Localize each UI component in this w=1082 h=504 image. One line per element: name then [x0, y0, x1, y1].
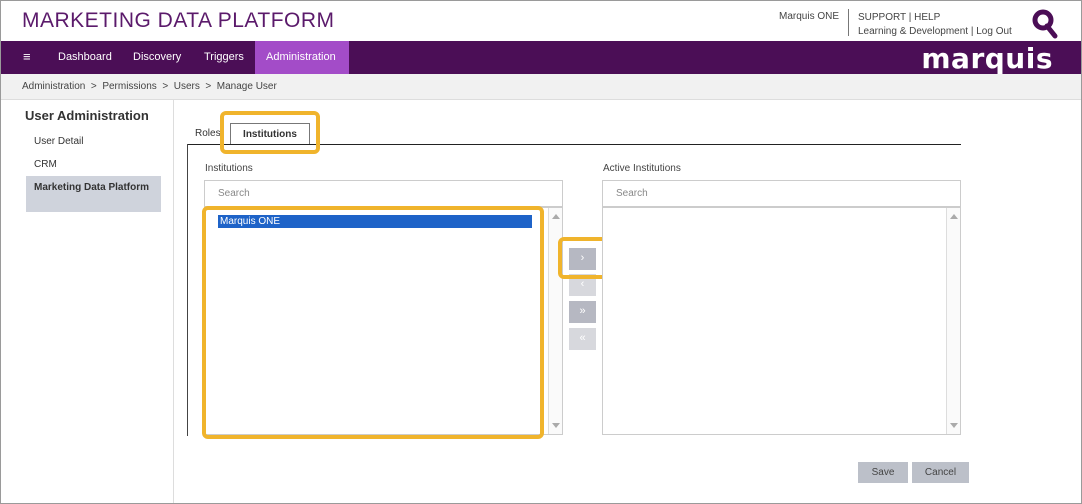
sidebar-title: User Administration [25, 108, 149, 123]
link-separator: | [970, 26, 974, 37]
tab-underline [187, 144, 961, 145]
menu-icon[interactable]: ≡ [23, 49, 31, 64]
add-button[interactable]: › [569, 248, 596, 270]
header-divider [848, 9, 849, 36]
learning-link[interactable]: Learning & Development [858, 26, 968, 37]
add-all-button[interactable]: » [569, 301, 596, 323]
user-name[interactable]: Marquis ONE [779, 11, 839, 22]
cancel-button[interactable]: Cancel [912, 462, 969, 483]
sidebar-item-user-detail[interactable]: User Detail [26, 132, 161, 151]
remove-all-button[interactable]: « [569, 328, 596, 350]
logout-link[interactable]: Log Out [976, 26, 1012, 37]
remove-button[interactable]: ‹ [569, 274, 596, 296]
tab-roles[interactable]: Roles [195, 128, 221, 139]
institutions-label: Institutions [205, 163, 253, 174]
help-link[interactable]: HELP [914, 12, 940, 23]
breadcrumb: Administration > Permissions > Users > M… [22, 81, 277, 92]
sidebar-item-marketing-data-platform[interactable]: Marketing Data Platform [26, 176, 161, 212]
link-separator: | [908, 12, 912, 23]
active-institutions-scrollbar[interactable] [946, 208, 960, 434]
scroll-up-icon[interactable] [950, 214, 958, 219]
institutions-search-input[interactable]: Search [204, 180, 563, 207]
nav-triggers[interactable]: Triggers [193, 41, 255, 74]
support-link[interactable]: SUPPORT [858, 12, 906, 23]
top-links: SUPPORT | HELP Learning & Development | … [858, 11, 1012, 39]
institutions-listbox[interactable] [204, 207, 563, 435]
scroll-down-icon[interactable] [950, 423, 958, 428]
nav-administration[interactable]: Administration [255, 41, 349, 74]
brand-logo: marquis [921, 42, 1053, 75]
main-navbar: ≡ Dashboard Discovery Triggers Administr… [1, 41, 1081, 75]
scroll-up-icon[interactable] [552, 214, 560, 219]
app-title: MARKETING DATA PLATFORM [22, 9, 335, 32]
active-institutions-label: Active Institutions [603, 163, 681, 174]
active-institutions-listbox[interactable] [602, 207, 961, 435]
active-institutions-search-input[interactable]: Search [602, 180, 961, 207]
nav-discovery[interactable]: Discovery [122, 41, 192, 74]
list-item[interactable]: Marquis ONE [218, 215, 532, 228]
tab-institutions[interactable]: Institutions [230, 123, 310, 145]
save-button[interactable]: Save [858, 462, 908, 483]
sidebar-item-crm[interactable]: CRM [26, 155, 161, 174]
nav-dashboard[interactable]: Dashboard [47, 41, 123, 74]
magnifier-q-icon[interactable] [1032, 9, 1058, 39]
scroll-down-icon[interactable] [552, 423, 560, 428]
panel-border [187, 144, 188, 436]
institutions-scrollbar[interactable] [548, 208, 562, 434]
